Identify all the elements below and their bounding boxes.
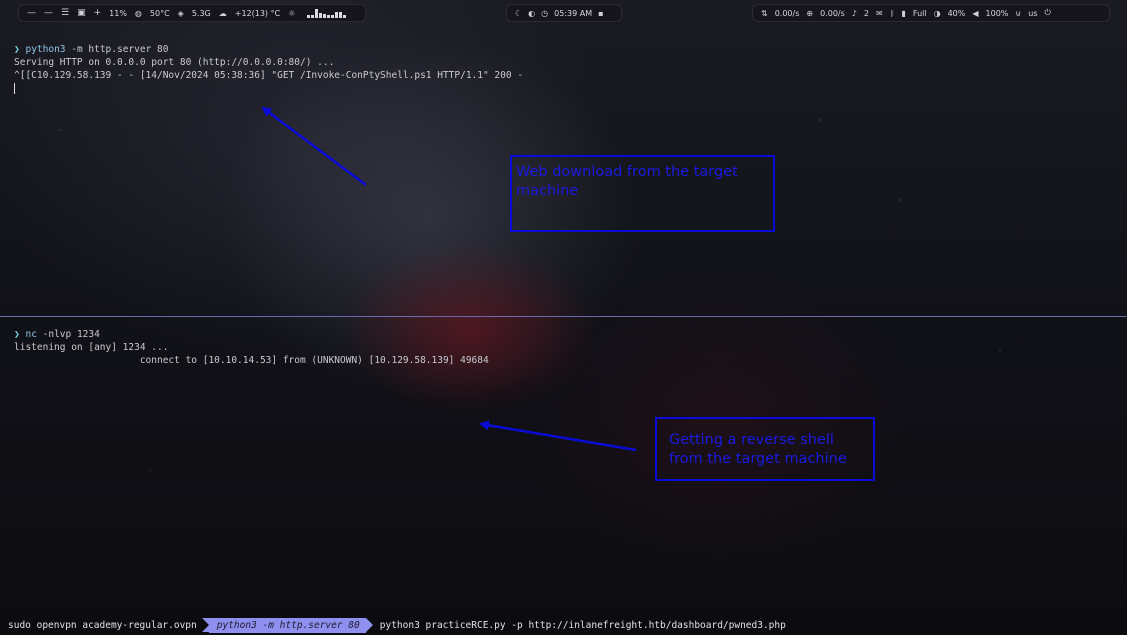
cpu-graph-bar — [311, 15, 315, 18]
cpu-graph-bar — [307, 15, 311, 18]
volume-level: 100% — [985, 8, 1009, 18]
keyboard-layout[interactable]: us — [1028, 9, 1037, 18]
cpu-temp: 50°C — [149, 8, 170, 18]
bell-icon[interactable]: ♪ — [852, 9, 857, 18]
memory-icon: ◈ — [177, 8, 184, 18]
weather-temp: +12(13) °C — [234, 8, 281, 18]
brightness-level: 40% — [947, 8, 966, 18]
moon-icon: ☾ — [515, 8, 523, 18]
cpu-graph-bar — [343, 15, 347, 18]
annotation-web-download: Web download from the target machine — [510, 155, 775, 232]
top-status-bar: — — ☰ ▣ + 11% ◍ 50°C ◈ 5.3G ☁ +12(13) °C… — [0, 4, 1127, 22]
terminal-pane-bottom[interactable]: ❯ nc -nlvp 1234 listening on [any] 1234 … — [0, 317, 1127, 615]
mic-icon[interactable]: ⊍ — [1015, 9, 1021, 18]
clock-time: 05:39 AM — [554, 8, 593, 18]
cpu-graph-bar — [315, 9, 319, 18]
workspace-2[interactable]: — — [44, 8, 53, 18]
cpu-usage: 11% — [109, 8, 127, 18]
cpu-graph — [307, 8, 347, 18]
text-cursor — [14, 83, 15, 94]
battery-status: Full — [912, 8, 927, 18]
command-name: python3 — [25, 44, 66, 55]
workspace-4[interactable]: ▣ — [77, 8, 86, 18]
cpu-graph-bar — [339, 12, 343, 18]
cpu-graph-bar — [331, 15, 335, 18]
workspace-add[interactable]: + — [94, 8, 102, 18]
prompt-symbol: ❯ — [14, 329, 20, 340]
output-line: listening on [any] 1234 ... — [14, 342, 169, 353]
status-pill-left: — — ☰ ▣ + 11% ◍ 50°C ◈ 5.3G ☁ +12(13) °C… — [18, 4, 366, 22]
bluetooth-icon[interactable]: ᛒ — [890, 9, 895, 18]
notification-count: 2 — [863, 8, 869, 18]
cpu-graph-bar — [335, 12, 339, 18]
output-line: Serving HTTP on 0.0.0.0 port 80 (http://… — [14, 57, 335, 68]
tmux-window-practice[interactable]: python3 practiceRCE.py -p http://inlanef… — [366, 620, 790, 631]
weather-icon: ☁ — [218, 8, 227, 18]
command-name: nc — [25, 329, 37, 340]
net-upload: 0.00/s — [774, 8, 800, 18]
volume-icon[interactable]: ◀ — [972, 9, 978, 18]
prompt-symbol: ❯ — [14, 44, 20, 55]
annotation-reverse-shell: Getting a reverse shell from the target … — [655, 417, 875, 481]
cpu-graph-bar — [327, 15, 331, 18]
thermometer-icon: ◍ — [134, 8, 142, 18]
memory-usage: 5.3G — [191, 8, 211, 18]
command-args: -nlvp 1234 — [36, 329, 100, 340]
net-download: 0.00/s — [820, 8, 845, 18]
sun-icon: ☼ — [288, 8, 296, 18]
battery-icon: ▮ — [901, 8, 906, 18]
output-line: connect to [10.10.14.53] from (UNKNOWN) … — [14, 355, 489, 366]
tmux-status-bar: sudo openvpn academy-regular.ovpn python… — [0, 618, 1127, 633]
tmux-window-openvpn[interactable]: sudo openvpn academy-regular.ovpn — [0, 620, 201, 631]
cpu-graph-bar — [323, 14, 327, 18]
cpu-graph-bar — [319, 13, 323, 18]
chat-icon[interactable]: ✉ — [876, 9, 883, 18]
lock-icon[interactable]: ▪ — [598, 9, 603, 18]
status-pill-middle: ☾ ◐ ◷ 05:39 AM ▪ — [506, 4, 622, 22]
clock-icon: ◷ — [541, 8, 549, 18]
power-icon[interactable]: ⏻ — [1045, 8, 1051, 18]
download-icon: ⊕ — [806, 8, 814, 18]
status-pill-right: ⇅ 0.00/s ⊕ 0.00/s ♪ 2 ✉ ᛒ ▮ Full ◑ 40% ◀… — [752, 4, 1110, 22]
output-line: ^[[C10.129.58.139 - - [14/Nov/2024 05:38… — [14, 70, 524, 81]
prompt-line: ❯ nc -nlvp 1234 — [14, 329, 100, 340]
toggle-icon[interactable]: ◐ — [528, 9, 535, 18]
workspace-3[interactable]: ☰ — [61, 8, 69, 18]
tmux-window-active[interactable]: python3 -m http.server 80 — [201, 618, 373, 633]
command-args: -m http.server 80 — [65, 44, 169, 55]
network-icon: ⇅ — [761, 8, 768, 18]
brightness-icon: ◑ — [933, 8, 941, 18]
prompt-line: ❯ python3 -m http.server 80 — [14, 44, 168, 55]
workspace-1[interactable]: — — [27, 8, 36, 18]
